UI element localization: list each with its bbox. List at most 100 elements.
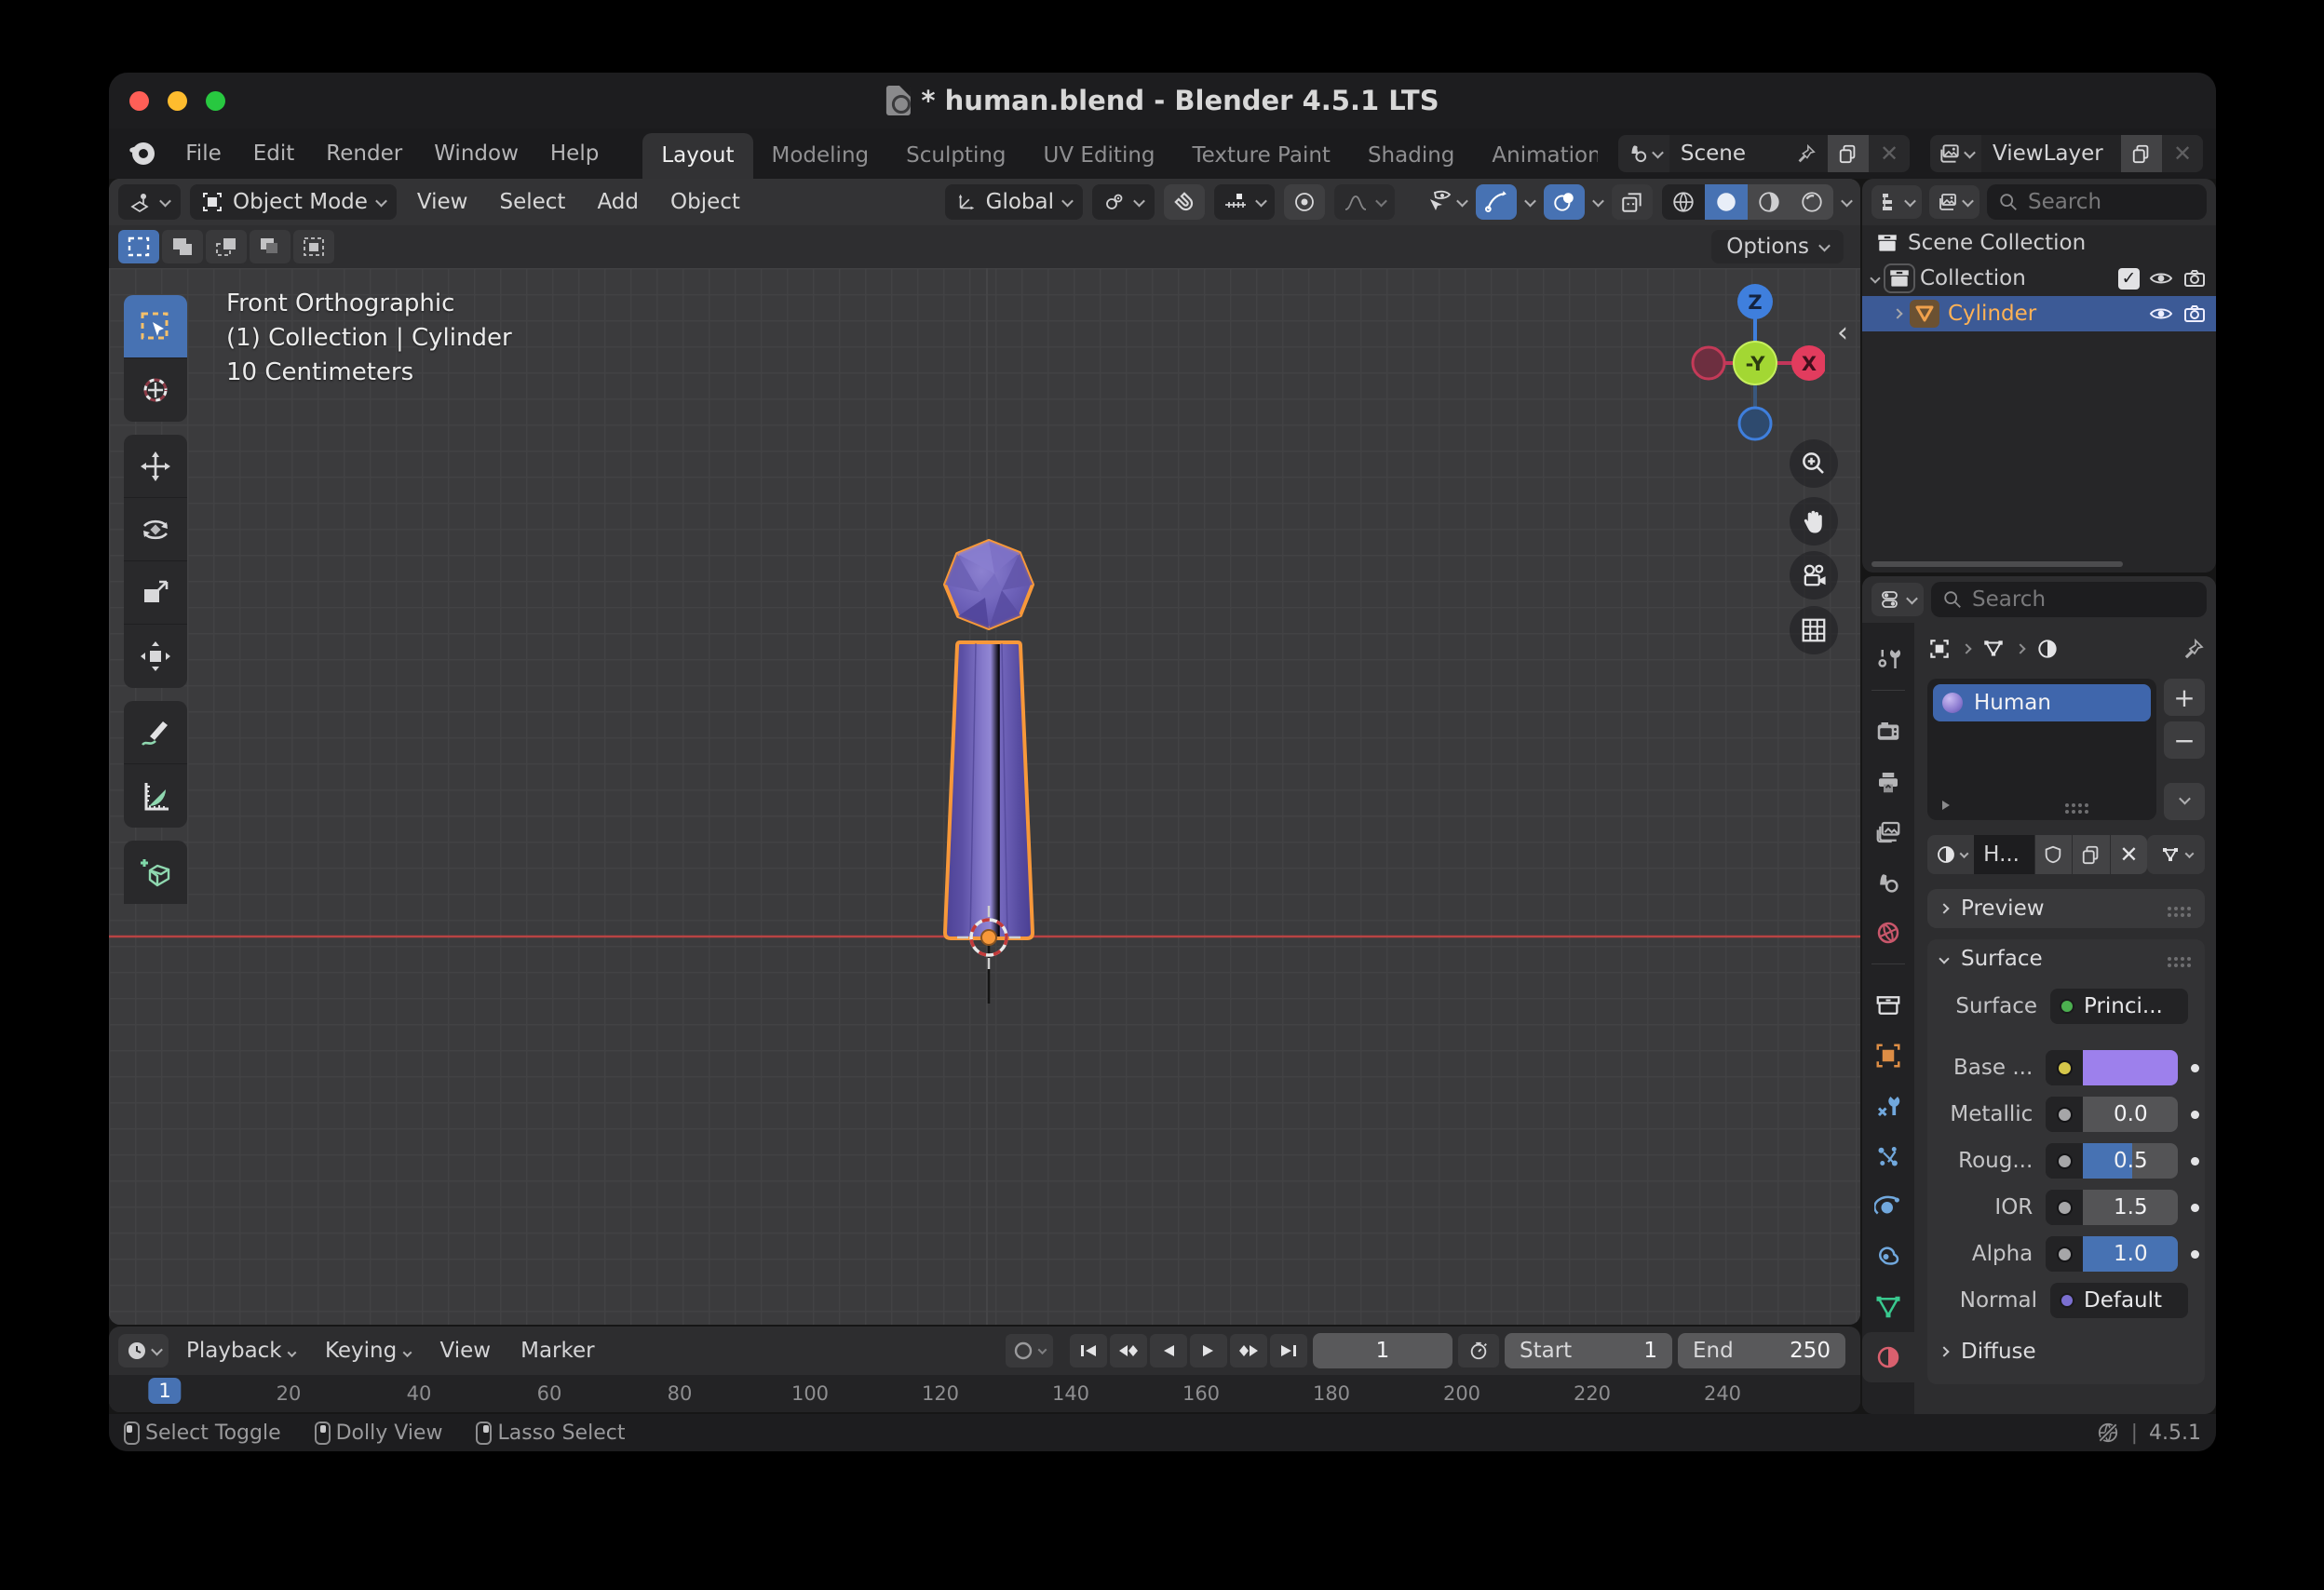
viewport-canvas[interactable]: Front Orthographic (1) Collection | Cyli… xyxy=(109,268,1860,1325)
base-color-field[interactable] xyxy=(2046,1050,2178,1085)
tool-add-cube[interactable] xyxy=(124,841,187,904)
slot-specials-button[interactable] xyxy=(2164,783,2205,820)
select-mode-extend[interactable] xyxy=(162,230,203,263)
minimize-button[interactable] xyxy=(168,91,187,111)
viewport-menu-add[interactable]: Add xyxy=(586,190,650,214)
tab-texture-paint[interactable]: Texture Paint xyxy=(1174,133,1349,179)
tab-shading[interactable]: Shading xyxy=(1349,133,1473,179)
zoom-button[interactable] xyxy=(206,91,225,111)
select-mode-subtract[interactable] xyxy=(206,230,247,263)
viewport-menu-view[interactable]: View xyxy=(406,190,480,214)
editor-type-button[interactable] xyxy=(118,184,181,220)
overlays-toggle[interactable] xyxy=(1544,184,1585,220)
visibility-dropdown[interactable] xyxy=(1426,190,1466,214)
breadcrumb-material-icon[interactable] xyxy=(2035,637,2060,661)
breadcrumb-object-icon[interactable] xyxy=(1927,637,1952,661)
hide-eye-icon[interactable] xyxy=(2148,267,2174,290)
navigation-gizmo[interactable]: Z X -Y xyxy=(1685,281,1825,458)
shading-dropdown[interactable] xyxy=(1841,195,1853,207)
breadcrumb-mesh-icon[interactable] xyxy=(1981,637,2006,661)
surface-panel-header[interactable]: Surface xyxy=(1927,939,2205,978)
hide-eye-icon[interactable] xyxy=(2148,303,2174,325)
pivot-point-dropdown[interactable] xyxy=(1092,184,1155,220)
play-button[interactable] xyxy=(1190,1334,1227,1368)
tab-collection[interactable] xyxy=(1862,980,1914,1031)
gizmos-toggle[interactable] xyxy=(1476,184,1517,220)
proportional-falloff-dropdown[interactable] xyxy=(1334,184,1395,220)
blender-logo-icon[interactable] xyxy=(129,142,156,165)
viewlayer-browse-button[interactable] xyxy=(1930,135,1981,172)
outliner-editor-type-button[interactable] xyxy=(1871,185,1922,219)
outliner-row-collection[interactable]: Collection ✓ xyxy=(1862,261,2216,296)
tab-object[interactable] xyxy=(1862,1031,1914,1081)
roughness-slider[interactable]: 0.5 xyxy=(2046,1143,2178,1179)
tool-cursor[interactable] xyxy=(124,358,187,422)
tool-select-box[interactable] xyxy=(124,295,187,358)
current-frame-marker[interactable]: 1 xyxy=(148,1378,181,1404)
timeline-menu-marker[interactable]: Marker xyxy=(508,1339,607,1363)
material-name-field[interactable]: H... xyxy=(1974,835,2034,874)
snap-settings-dropdown[interactable] xyxy=(1214,184,1275,220)
timeline-editor-type-button[interactable] xyxy=(118,1334,169,1368)
camera-view-button[interactable] xyxy=(1790,551,1838,600)
tab-sculpting[interactable]: Sculpting xyxy=(887,133,1024,179)
select-mode-set[interactable] xyxy=(118,230,159,263)
outliner-filter-button[interactable] xyxy=(1929,185,1979,219)
unlink-material-button[interactable]: ✕ xyxy=(2110,835,2148,874)
outliner-row-scene-collection[interactable]: Scene Collection xyxy=(1862,225,2216,261)
tab-view-layer[interactable] xyxy=(1862,807,1914,857)
add-slot-button[interactable]: + xyxy=(2164,679,2205,716)
transform-orientation-dropdown[interactable]: Global xyxy=(945,184,1083,220)
tab-modeling[interactable]: Modeling xyxy=(753,133,888,179)
viewlayer-new-button[interactable] xyxy=(2121,135,2162,172)
properties-search[interactable]: Search xyxy=(1931,582,2207,617)
shading-solid-button[interactable] xyxy=(1705,184,1748,220)
new-material-button[interactable] xyxy=(2072,835,2110,874)
pin-icon[interactable] xyxy=(2182,638,2205,660)
tab-output[interactable] xyxy=(1862,757,1914,807)
expand-chevron[interactable] xyxy=(1870,273,1880,283)
keyframe-dot[interactable] xyxy=(2191,1111,2199,1119)
material-slot-list[interactable]: Human xyxy=(1927,679,2156,820)
tab-scene[interactable] xyxy=(1862,857,1914,908)
xray-toggle[interactable] xyxy=(1612,184,1653,220)
timeline-ruler[interactable]: 1 20406080100120140160180200220240 xyxy=(109,1375,1860,1412)
frame-end-field[interactable]: End250 xyxy=(1678,1333,1845,1368)
keyframe-dot[interactable] xyxy=(2191,1204,2199,1212)
material-slot-active[interactable]: Human xyxy=(1933,684,2151,721)
menu-file[interactable]: File xyxy=(169,141,237,166)
expand-chevron[interactable] xyxy=(1892,308,1902,318)
keyframe-dot[interactable] xyxy=(2191,1064,2199,1072)
shading-wireframe-button[interactable] xyxy=(1662,184,1705,220)
mode-dropdown[interactable]: Object Mode xyxy=(190,184,397,220)
node-tree-dropdown[interactable] xyxy=(2147,835,2205,874)
tab-material[interactable] xyxy=(1862,1332,1914,1382)
ior-field[interactable]: 1.5 xyxy=(2046,1190,2178,1225)
outliner-scrollbar[interactable] xyxy=(1871,561,2123,567)
scene-name-field[interactable]: Scene xyxy=(1669,135,1828,172)
prev-keyframe-button[interactable] xyxy=(1110,1334,1147,1368)
options-dropdown[interactable]: Options xyxy=(1711,230,1844,263)
metallic-field[interactable]: 0.0 xyxy=(2046,1097,2178,1132)
timeline-menu-keying[interactable]: Keying xyxy=(313,1339,423,1363)
tab-layout[interactable]: Layout xyxy=(642,133,752,179)
select-mode-invert[interactable] xyxy=(250,230,290,263)
tool-scale[interactable] xyxy=(124,561,187,625)
properties-editor-type-button[interactable] xyxy=(1871,583,1924,616)
sidebar-collapse-arrow[interactable]: ‹ xyxy=(1837,317,1848,349)
camera-visibility-icon[interactable] xyxy=(2182,303,2207,325)
diffuse-panel-header[interactable]: Diffuse xyxy=(1927,1332,2205,1371)
normal-field[interactable]: Default xyxy=(2050,1283,2188,1318)
collection-checkbox[interactable]: ✓ xyxy=(2118,268,2140,290)
tool-rotate[interactable] xyxy=(124,498,187,561)
select-mode-intersect[interactable] xyxy=(293,230,334,263)
keyframe-dot[interactable] xyxy=(2191,1250,2199,1259)
menu-window[interactable]: Window xyxy=(418,141,534,166)
tab-tool[interactable] xyxy=(1862,634,1914,684)
menu-render[interactable]: Render xyxy=(310,141,418,166)
tab-particles[interactable] xyxy=(1862,1131,1914,1181)
overlays-dropdown[interactable] xyxy=(1592,195,1604,207)
toggle-ortho-button[interactable] xyxy=(1790,606,1838,654)
tool-move[interactable] xyxy=(124,435,187,498)
tab-animation[interactable]: Animation xyxy=(1473,133,1597,179)
